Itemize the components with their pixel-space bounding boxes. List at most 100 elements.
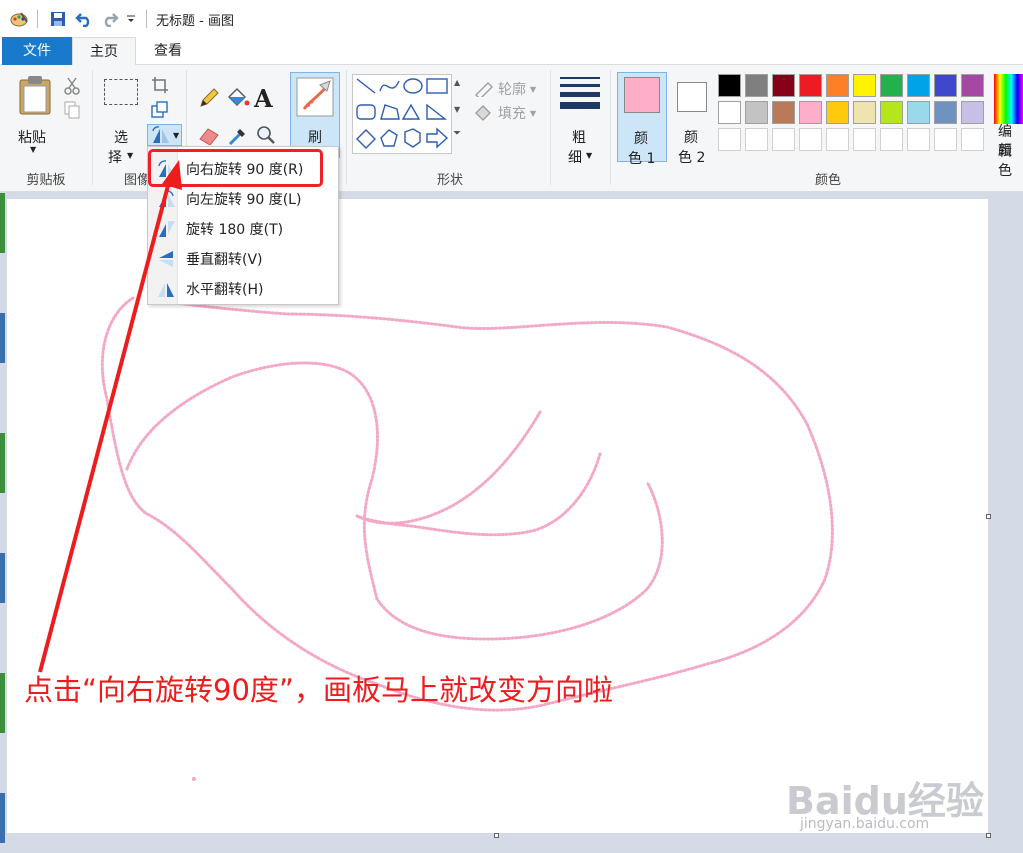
palette-custom-slot[interactable]: [772, 128, 795, 151]
palette-custom-slot[interactable]: [961, 128, 984, 151]
palette-color-swatch[interactable]: [934, 101, 957, 124]
eraser-icon[interactable]: [198, 125, 220, 148]
color-picker-icon[interactable]: [228, 125, 250, 148]
palette-custom-slot[interactable]: [718, 128, 741, 151]
size-label-2: 细: [568, 150, 582, 166]
color2-button[interactable]: 颜 色 2: [669, 72, 715, 166]
palette-color-swatch[interactable]: [880, 74, 903, 97]
text-tool-icon[interactable]: A: [254, 84, 273, 113]
palette-color-swatch[interactable]: [772, 101, 795, 124]
palette-color-swatch[interactable]: [745, 101, 768, 124]
scroll-up-icon[interactable]: ▲: [454, 78, 460, 87]
palette-custom-slot[interactable]: [745, 128, 768, 151]
copy-icon[interactable]: [64, 101, 80, 122]
palette-color-swatch[interactable]: [934, 74, 957, 97]
edit-colors-label-2[interactable]: 颜色: [998, 140, 1023, 180]
fill-button[interactable]: 填充 ▼: [474, 103, 536, 123]
chevron-down-icon: ▼: [530, 84, 537, 94]
menu-item-rotate-180[interactable]: 旋转 180 度(T): [148, 214, 338, 244]
palette-color-swatch[interactable]: [745, 74, 768, 97]
scroll-down-icon[interactable]: ▼: [454, 105, 460, 114]
palette-custom-slot[interactable]: [934, 128, 957, 151]
palette-custom-slot[interactable]: [880, 128, 903, 151]
flip-vertical-icon: [154, 248, 178, 270]
clipboard-group-label: 剪贴板: [26, 173, 66, 188]
palette-color-swatch[interactable]: [826, 74, 849, 97]
palette-color-swatch[interactable]: [853, 101, 876, 124]
title-bar: 无标题 - 画图: [0, 0, 1023, 37]
shapes-group-label: 形状: [436, 173, 463, 188]
ribbon-tabs: 文件 主页 查看: [0, 37, 1023, 66]
tab-file[interactable]: 文件: [2, 37, 72, 65]
menu-item-label: 垂直翻转(V): [186, 252, 263, 268]
menu-item-label: 旋转 180 度(T): [186, 222, 284, 238]
crop-icon[interactable]: [151, 76, 169, 97]
palette-custom-slot[interactable]: [799, 128, 822, 151]
palette-color-swatch[interactable]: [718, 101, 741, 124]
canvas-resize-handle-bottom[interactable]: [494, 833, 499, 838]
tab-home[interactable]: 主页: [72, 37, 136, 66]
size-button[interactable]: 粗 细 ▼: [556, 73, 604, 166]
paint-app-icon[interactable]: [8, 10, 30, 28]
flip-horizontal-icon: [154, 278, 178, 300]
color1-button[interactable]: 颜 色 1: [617, 72, 667, 167]
chevron-down-icon: ▼: [127, 151, 134, 160]
outline-button[interactable]: 轮廓 ▼: [474, 79, 536, 99]
palette-custom-slot[interactable]: [907, 128, 930, 151]
paste-button[interactable]: 粘贴 ▼: [12, 73, 58, 159]
menu-item-rotate-left-90[interactable]: 向左旋转 90 度(L): [148, 184, 338, 214]
select-button[interactable]: 选 择 ▼: [100, 73, 144, 166]
chevron-down-icon: ▼: [586, 151, 593, 160]
palette-color-swatch[interactable]: [718, 74, 741, 97]
window-title: 无标题 - 画图: [156, 14, 234, 29]
customize-toolbar-icon[interactable]: [124, 10, 138, 28]
color2-swatch: [677, 82, 707, 112]
tab-view[interactable]: 查看: [136, 37, 200, 65]
palette-color-swatch[interactable]: [880, 101, 903, 124]
undo-icon[interactable]: [74, 10, 94, 28]
select-label-2: 择: [108, 150, 122, 166]
fill-bucket-icon[interactable]: [226, 87, 250, 112]
paste-label: 粘贴: [18, 130, 46, 146]
palette-color-swatch[interactable]: [907, 74, 930, 97]
menu-item-flip-horizontal[interactable]: 水平翻转(H): [148, 274, 338, 304]
palette-color-swatch[interactable]: [826, 101, 849, 124]
chevron-down-icon: ▼: [30, 145, 37, 154]
shapes-gallery[interactable]: [352, 74, 452, 154]
colors-group-label: 颜色: [814, 173, 841, 188]
color2-label: 颜: [684, 130, 698, 146]
palette-color-swatch[interactable]: [772, 74, 795, 97]
save-icon[interactable]: [48, 10, 68, 28]
color1-label: 颜: [634, 131, 648, 147]
rotate-button[interactable]: ▼: [147, 124, 182, 146]
palette-custom-slot[interactable]: [826, 128, 849, 151]
palette-color-swatch[interactable]: [907, 101, 930, 124]
rotate-180-icon: [154, 218, 178, 240]
select-label: 选: [114, 130, 128, 146]
pencil-icon[interactable]: [198, 87, 220, 112]
resize-icon[interactable]: [151, 101, 169, 122]
desktop-edge-strip: [0, 193, 5, 853]
fill-label: 填充: [498, 106, 526, 122]
color1-swatch: [624, 77, 660, 113]
menu-item-flip-vertical[interactable]: 垂直翻转(V): [148, 244, 338, 274]
palette-color-swatch[interactable]: [961, 74, 984, 97]
outline-label: 轮廓: [498, 82, 526, 98]
redo-icon[interactable]: [100, 10, 120, 28]
palette-color-swatch[interactable]: [799, 101, 822, 124]
chevron-down-icon: ▼: [530, 108, 537, 118]
brushes-label: 刷: [308, 130, 322, 146]
palette-color-swatch[interactable]: [799, 74, 822, 97]
baidu-watermark-url: jingyan.baidu.com: [800, 816, 930, 832]
palette-color-swatch[interactable]: [853, 74, 876, 97]
expand-gallery-icon[interactable]: ⏷: [453, 128, 461, 139]
cut-icon[interactable]: [64, 77, 80, 98]
canvas-resize-handle-corner[interactable]: [986, 833, 991, 838]
chevron-down-icon: ▼: [173, 131, 180, 140]
palette-custom-slot[interactable]: [853, 128, 876, 151]
annotation-text: 点击“向右旋转90度”，画板马上就改变方向啦: [24, 673, 613, 707]
palette-color-swatch[interactable]: [961, 101, 984, 124]
magnifier-icon[interactable]: [256, 125, 276, 148]
edit-colors-icon[interactable]: [994, 74, 1023, 124]
canvas-resize-handle-right[interactable]: [986, 514, 991, 519]
